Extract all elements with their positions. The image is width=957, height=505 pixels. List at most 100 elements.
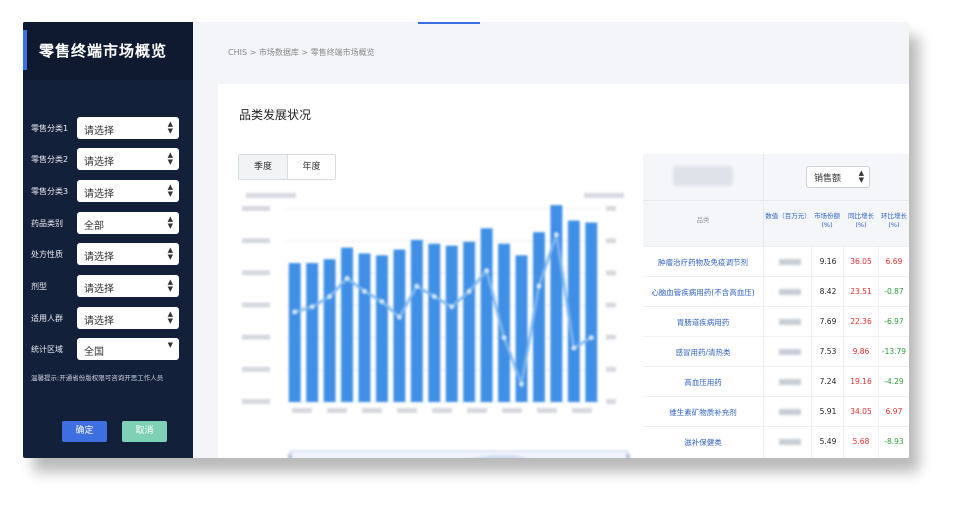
category-name[interactable]: 感冒用药/清热类 bbox=[643, 347, 763, 358]
growth-point bbox=[414, 283, 420, 289]
select-value: 请选择 bbox=[84, 284, 114, 295]
y-tick-label-blurred bbox=[242, 238, 270, 244]
select-value: 全国 bbox=[84, 347, 104, 358]
bar bbox=[585, 222, 598, 402]
sales-value-blurred bbox=[779, 379, 801, 385]
y-tick-label-blurred bbox=[242, 399, 270, 404]
share-value: 9.16 bbox=[819, 257, 837, 266]
filter-region: 统计区域 全国 ▼ bbox=[23, 338, 193, 362]
category-name[interactable]: 肿瘤治疗药物及免疫调节剂 bbox=[643, 257, 763, 268]
updown-arrows-icon: ▲ ▼ bbox=[167, 278, 173, 293]
growth-point bbox=[501, 335, 507, 341]
col-header-share: 市场份额(%) bbox=[814, 212, 840, 229]
table-row[interactable]: 肿瘤治疗药物及免疫调节剂 9.16 36.05 6.69 bbox=[643, 246, 909, 277]
filter-label: 药品类别 bbox=[31, 219, 63, 228]
growth-point bbox=[553, 232, 559, 238]
confirm-button[interactable]: 确定 bbox=[62, 421, 107, 442]
table-row[interactable]: 维生素矿物质补充剂 5.91 34.05 6.97 bbox=[643, 396, 909, 427]
y2-tick-label-blurred bbox=[606, 238, 616, 244]
sidebar: 零售终端市场概览 零售分类1 请选择 ▲ ▼ 零售分类2 请选择 ▲ ▼ 零售分类3 请… bbox=[23, 22, 193, 458]
retail-class-3-select[interactable]: 请选择 ▲ ▼ bbox=[77, 180, 179, 202]
yoy-value: 34.05 bbox=[850, 407, 872, 416]
updown-arrows-icon: ▲ ▼ bbox=[167, 183, 173, 198]
zoom-handle-right bbox=[626, 454, 630, 458]
category-name[interactable]: 滋补保健类 bbox=[643, 437, 763, 448]
tab-quarter[interactable]: 季度 bbox=[239, 155, 288, 179]
mom-value: -13.79 bbox=[881, 347, 907, 356]
select-value: 请选择 bbox=[84, 252, 114, 263]
share-value: 5.91 bbox=[819, 407, 837, 416]
bar bbox=[306, 263, 319, 402]
select-value: 全部 bbox=[84, 221, 104, 232]
metric-select[interactable]: 销售额 ▲ ▼ bbox=[806, 166, 870, 188]
category-name[interactable]: 心脑血管疾病用药(不含高血压) bbox=[643, 287, 763, 298]
growth-point bbox=[344, 275, 350, 281]
mom-value: -6.97 bbox=[884, 317, 904, 326]
category-name[interactable]: 高血压用药 bbox=[643, 377, 763, 388]
filter-target-population: 适用人群 请选择 ▲ ▼ bbox=[23, 307, 193, 331]
bar bbox=[410, 239, 423, 402]
x-tick-label-blurred bbox=[537, 408, 557, 413]
share-value: 5.49 bbox=[819, 437, 837, 446]
filter-label: 处方性质 bbox=[31, 250, 63, 259]
growth-point bbox=[292, 309, 298, 315]
col-header-mom: 环比增长(%) bbox=[881, 212, 907, 229]
table-row[interactable]: 感冒用药/清热类 7.53 9.86 -13.79 bbox=[643, 336, 909, 367]
sales-value-blurred bbox=[779, 409, 801, 415]
sales-value-blurred bbox=[779, 289, 801, 295]
x-tick-label-blurred bbox=[362, 408, 382, 413]
drug-category-select[interactable]: 全部 ▲ ▼ bbox=[77, 212, 179, 234]
sidebar-accent bbox=[23, 30, 27, 70]
mom-value: -0.87 bbox=[884, 287, 904, 296]
y2-axis-title-blurred bbox=[584, 193, 624, 198]
yoy-value: 23.51 bbox=[850, 287, 872, 296]
y2-tick-label-blurred bbox=[606, 366, 616, 372]
x-tick-label-blurred bbox=[572, 408, 592, 413]
table-header: 销售额 ▲ ▼ 品类 数值（百万元） 市场份额(%) 同比增长(%) 环比增长(%) bbox=[643, 154, 909, 246]
table-row[interactable]: 高血压用药 7.24 19.16 -4.29 bbox=[643, 366, 909, 397]
retail-class-1-select[interactable]: 请选择 ▲ ▼ bbox=[77, 117, 179, 139]
bar bbox=[480, 228, 493, 402]
bar bbox=[288, 263, 301, 402]
cancel-button[interactable]: 取消 bbox=[122, 421, 167, 442]
bar bbox=[323, 259, 336, 402]
breadcrumb: CHIS > 市场数据库 > 零售终端市场概览 bbox=[228, 48, 375, 57]
col-header-yoy: 同比增长(%) bbox=[848, 212, 874, 229]
sidebar-title: 零售终端市场概览 bbox=[39, 42, 168, 60]
category-name[interactable]: 胃肠道疾病用药 bbox=[643, 317, 763, 328]
panel-title: 品类发展状况 bbox=[239, 108, 312, 122]
y-axis-title-blurred bbox=[246, 193, 296, 198]
y2-tick-label-blurred bbox=[606, 399, 616, 404]
y-tick-label-blurred bbox=[242, 366, 270, 372]
share-value: 7.53 bbox=[819, 347, 837, 356]
yoy-value: 5.68 bbox=[852, 437, 870, 446]
growth-point bbox=[519, 381, 524, 387]
updown-arrows-icon: ▲ ▼ bbox=[167, 310, 173, 325]
growth-line bbox=[294, 234, 593, 390]
tab-year[interactable]: 年度 bbox=[288, 155, 335, 179]
blurred-select[interactable] bbox=[673, 166, 733, 186]
region-select[interactable]: 全国 ▼ bbox=[77, 338, 179, 360]
target-population-select[interactable]: 请选择 ▲ ▼ bbox=[77, 307, 179, 329]
bar bbox=[393, 249, 406, 402]
x-tick-label-blurred bbox=[327, 408, 347, 413]
filter-dosage-form: 剂型 请选择 ▲ ▼ bbox=[23, 275, 193, 299]
retail-class-2-select[interactable]: 请选择 ▲ ▼ bbox=[77, 148, 179, 170]
app-window: 零售终端市场概览 零售分类1 请选择 ▲ ▼ 零售分类2 请选择 ▲ ▼ 零售分类3 请… bbox=[23, 22, 909, 458]
chevron-down-icon: ▼ bbox=[167, 341, 173, 349]
y2-tick-label-blurred bbox=[606, 206, 616, 211]
table-row[interactable]: 胃肠道疾病用药 7.69 22.36 -6.97 bbox=[643, 306, 909, 337]
bar bbox=[428, 243, 441, 402]
metric-select-value: 销售额 bbox=[814, 174, 842, 184]
dosage-form-select[interactable]: 请选择 ▲ ▼ bbox=[77, 275, 179, 297]
category-panel: 品类发展状况 季度 年度 销售额 ▲ ▼ 品类 数值（百万元） 市场份额(%) 同比… bbox=[218, 84, 909, 458]
prescription-type-select[interactable]: 请选择 ▲ ▼ bbox=[77, 243, 179, 265]
sales-trend-chart-svg bbox=[242, 193, 630, 458]
category-name[interactable]: 维生素矿物质补充剂 bbox=[643, 407, 763, 418]
updown-arrows-icon: ▲ ▼ bbox=[167, 215, 173, 230]
table-row[interactable]: 滋补保健类 5.49 5.68 -8.93 bbox=[643, 426, 909, 457]
table-row[interactable]: 心脑血管疾病用药(不含高血压) 8.42 23.51 -0.87 bbox=[643, 276, 909, 307]
x-tick-label-blurred bbox=[467, 408, 487, 413]
y-tick-label-blurred bbox=[242, 206, 270, 211]
growth-point bbox=[536, 283, 542, 289]
